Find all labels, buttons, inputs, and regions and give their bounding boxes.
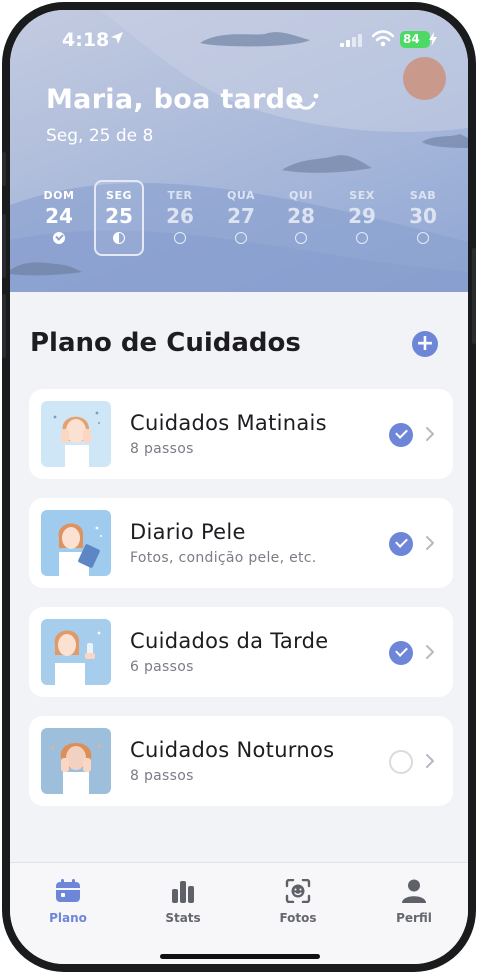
morning-illustration — [41, 401, 111, 467]
day-number: 26 — [166, 204, 194, 228]
person-icon — [402, 879, 426, 903]
routine-card-morning[interactable]: Cuidados Matinais 8 passos — [29, 389, 453, 479]
day-sun[interactable]: DOM 24 — [34, 180, 84, 256]
volume-down-button — [2, 294, 6, 358]
skin-diary-illustration — [41, 510, 111, 576]
day-wed[interactable]: QUA 27 — [216, 180, 266, 256]
day-name: TER — [167, 189, 193, 202]
routine-card-skin-diary[interactable]: Diario Pele Fotos, condição pele, etc. — [29, 498, 453, 588]
afternoon-illustration — [41, 619, 111, 685]
routine-title: Diario Pele — [130, 520, 246, 544]
main-content: Plano de Cuidados + Cuidados Matinais 8 … — [10, 292, 468, 862]
unchecked-circle-icon[interactable] — [389, 750, 413, 774]
completed-check-icon[interactable] — [389, 423, 413, 447]
tab-label: Fotos — [279, 911, 317, 925]
empty-circle-icon — [417, 232, 429, 244]
night-illustration — [41, 728, 111, 794]
tab-label: Stats — [165, 911, 201, 925]
tab-plano[interactable]: Plano — [28, 879, 108, 925]
routine-subtitle: 8 passos — [130, 768, 194, 784]
day-name: QUI — [289, 189, 313, 202]
routine-subtitle: Fotos, condição pele, etc. — [130, 550, 317, 566]
tab-fotos[interactable]: Fotos — [258, 878, 338, 925]
charging-bolt-icon — [429, 32, 437, 46]
phone-frame: 4:18 84 Maria, boa tarde Seg, 25 de 8 DO… — [2, 2, 476, 972]
day-number: 27 — [227, 204, 255, 228]
day-name: SEG — [106, 189, 132, 202]
routine-title: Cuidados Matinais — [130, 411, 327, 435]
day-number: 25 — [105, 204, 133, 228]
empty-circle-icon — [174, 232, 186, 244]
greeting-title: Maria, boa tarde — [46, 84, 304, 115]
add-routine-button[interactable]: + — [412, 331, 438, 357]
routine-card-night[interactable]: Cuidados Noturnos 8 passos — [29, 716, 453, 806]
avatar[interactable] — [403, 57, 446, 100]
day-number: 30 — [409, 204, 437, 228]
routine-subtitle: 6 passos — [130, 659, 194, 675]
volume-up-button — [2, 214, 6, 278]
day-name: SAB — [409, 189, 437, 202]
tab-label: Perfil — [396, 911, 432, 925]
week-strip: DOM 24 SEG 25 TER 26 QUA 27 QUI 28 SEX 2… — [30, 180, 450, 260]
day-mon[interactable]: SEG 25 — [94, 180, 144, 256]
tab-stats[interactable]: Stats — [143, 879, 223, 925]
completed-check-icon — [53, 232, 65, 244]
routine-subtitle: 8 passos — [130, 441, 194, 457]
wifi-icon — [372, 30, 394, 47]
day-sat[interactable]: SAB 30 — [398, 180, 448, 256]
day-number: 29 — [348, 204, 376, 228]
day-number: 24 — [45, 204, 73, 228]
chevron-right-icon — [426, 536, 434, 550]
home-indicator — [160, 954, 320, 959]
day-tue[interactable]: TER 26 — [155, 180, 205, 256]
header: 4:18 84 Maria, boa tarde Seg, 25 de 8 DO… — [10, 10, 468, 292]
status-bar: 4:18 84 — [10, 10, 468, 72]
battery-level: 84 — [403, 32, 420, 46]
routine-card-afternoon[interactable]: Cuidados da Tarde 6 passos — [29, 607, 453, 697]
empty-circle-icon — [295, 232, 307, 244]
empty-circle-icon — [235, 232, 247, 244]
routine-title: Cuidados da Tarde — [130, 629, 329, 653]
tab-bar: Plano Stats Fotos Perfil — [10, 862, 468, 964]
smile-icon — [293, 93, 319, 110]
status-time: 4:18 — [62, 29, 110, 51]
day-name: SEX — [349, 189, 375, 202]
battery-indicator: 84 — [400, 31, 430, 48]
calendar-icon — [56, 879, 80, 902]
day-name: DOM — [43, 189, 75, 202]
completed-check-icon[interactable] — [389, 641, 413, 665]
location-arrow-icon — [111, 32, 123, 44]
cellular-signal-icon — [340, 34, 362, 47]
face-scan-icon — [285, 878, 311, 904]
half-progress-icon — [113, 232, 125, 244]
routine-title: Cuidados Noturnos — [130, 738, 335, 762]
tab-perfil[interactable]: Perfil — [374, 879, 454, 925]
day-thu[interactable]: QUI 28 — [276, 180, 326, 256]
bar-chart-icon — [172, 881, 194, 903]
current-date: Seg, 25 de 8 — [46, 126, 154, 146]
day-name: QUA — [227, 189, 255, 202]
empty-circle-icon — [356, 232, 368, 244]
chevron-right-icon — [426, 427, 434, 441]
completed-check-icon[interactable] — [389, 532, 413, 556]
tab-label: Plano — [49, 911, 87, 925]
day-fri[interactable]: SEX 29 — [337, 180, 387, 256]
day-number: 28 — [287, 204, 315, 228]
action-button — [2, 152, 6, 186]
chevron-right-icon — [426, 645, 434, 659]
chevron-right-icon — [426, 754, 434, 768]
section-title: Plano de Cuidados — [30, 328, 301, 358]
power-button — [472, 248, 476, 344]
screen: 4:18 84 Maria, boa tarde Seg, 25 de 8 DO… — [10, 10, 468, 964]
